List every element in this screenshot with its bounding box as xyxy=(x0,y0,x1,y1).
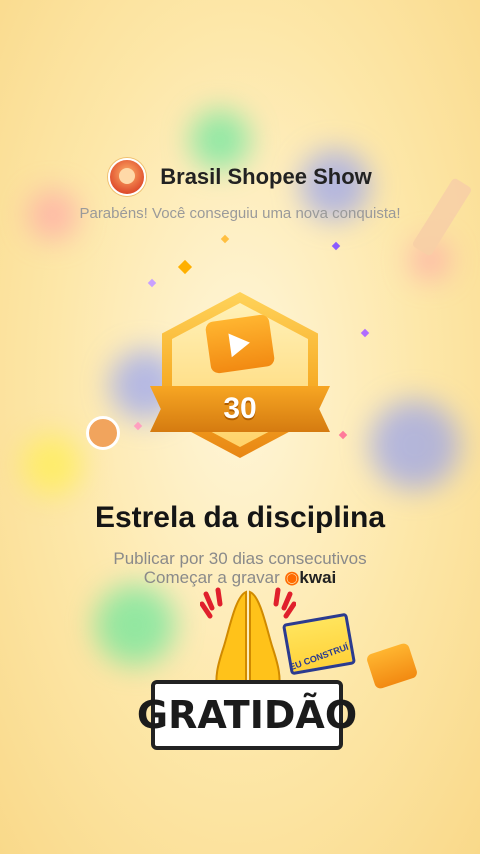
confetti-decoration xyxy=(133,421,143,431)
gratidao-sticker: GRATIDÃO xyxy=(137,680,357,750)
channel-name[interactable]: Brasil Shopee Show xyxy=(160,164,372,190)
confetti-decoration xyxy=(338,430,348,440)
film-reel-icon xyxy=(86,416,120,450)
sticker-text: GRATIDÃO xyxy=(136,693,358,737)
start-recording-label: Começar a gravar xyxy=(143,568,280,587)
kwai-brand: kwai xyxy=(299,568,337,587)
badge-number: 30 xyxy=(223,392,257,425)
kwai-logo-icon: ◉ xyxy=(284,568,300,587)
confetti-decoration xyxy=(147,278,157,288)
clapperboard-icon xyxy=(365,642,419,690)
achievement-title: Estrela da disciplina xyxy=(94,501,386,534)
start-recording-link[interactable]: Começar a gravar ◉kwai xyxy=(0,568,480,588)
congrats-message: Parabéns! Você conseguiu uma nova conqui… xyxy=(79,205,401,222)
achievement-badge: 30 xyxy=(150,292,330,462)
glow-decoration xyxy=(370,400,460,490)
channel-header: Brasil Shopee Show xyxy=(0,158,480,196)
achievement-description: Publicar por 30 dias consecutivos xyxy=(113,549,367,568)
badge-ribbon: 30 xyxy=(150,386,330,432)
confetti-decoration xyxy=(177,259,193,275)
avatar[interactable] xyxy=(108,158,147,196)
confetti-decoration xyxy=(331,241,341,251)
glow-decoration xyxy=(22,435,82,495)
confetti-decoration xyxy=(220,234,230,244)
confetti-decoration xyxy=(360,328,370,338)
clapperboard-icon xyxy=(204,313,276,375)
glow-decoration xyxy=(95,585,175,665)
